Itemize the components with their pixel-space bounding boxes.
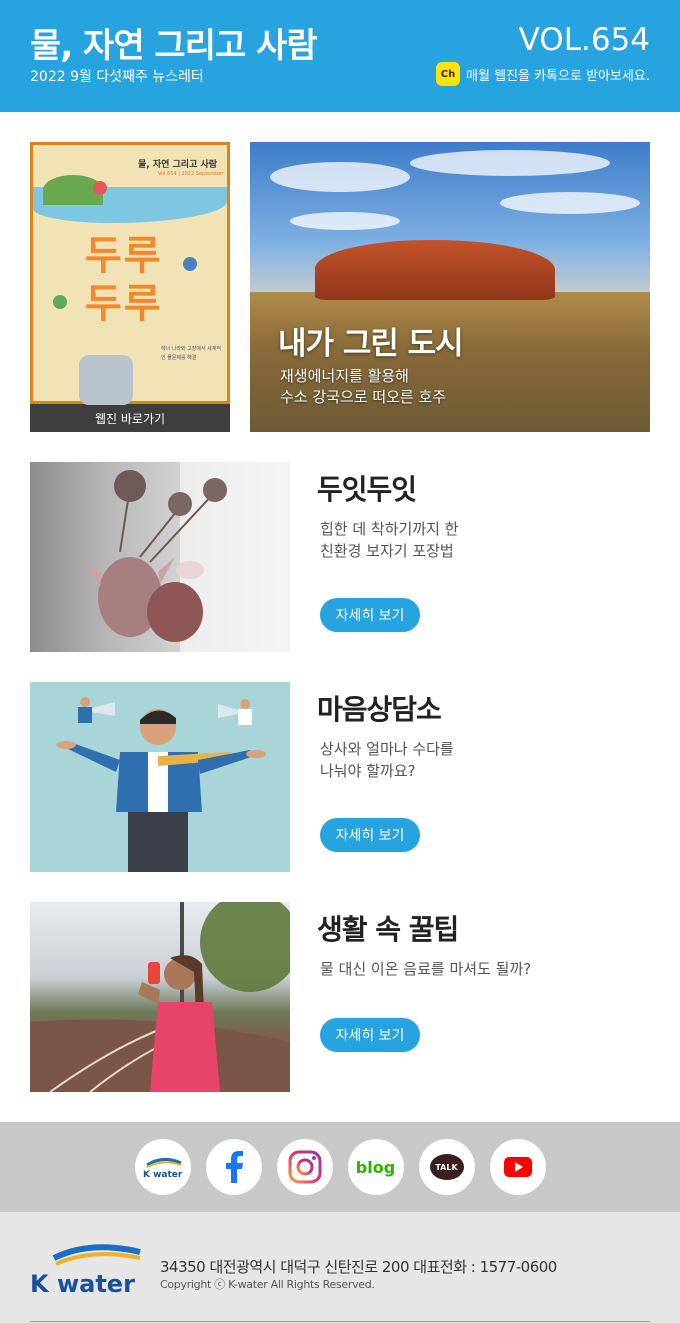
- cloud-shape: [290, 212, 400, 230]
- featured-description: 재생에너지를 활용해 수소 강국으로 떠오른 호주: [280, 366, 446, 408]
- article-title: 두잇두잇: [317, 473, 417, 506]
- article-desc-line-1: 힙한 데 착하기까지 한: [320, 520, 459, 538]
- uluru-rock-shape: [315, 240, 555, 300]
- kakao-subscribe-text: 매월 웹진을 카톡으로 받아보세요.: [466, 68, 650, 84]
- header: 물, 자연 그리고 사람 2022 9월 다섯째주 뉴스레터 VOL.654 C…: [0, 0, 680, 112]
- footer-divider: [30, 1321, 650, 1322]
- cover-pipe-shape: [79, 355, 133, 405]
- manager-illustration: [56, 697, 266, 872]
- featured-desc-line-1: 재생에너지를 활용해: [280, 367, 409, 385]
- article-desc-line-2: 친환경 보자기 포장법: [320, 542, 454, 560]
- article-description: 힙한 데 착하기까지 한 친환경 보자기 포장법: [320, 518, 620, 562]
- cover-person-figure: [53, 295, 67, 309]
- volume-number: VOL.654: [518, 22, 650, 58]
- article-thumbnail[interactable]: [30, 462, 290, 652]
- footer-copyright: Copyright ⓒ K-water All Rights Reserved.: [160, 1278, 375, 1291]
- cover-word-bottom: 두루: [85, 281, 163, 327]
- article-life-tips: 생활 속 꿀팁 물 대신 이온 음료를 마셔도 될까? 자세히 보기: [30, 902, 650, 1092]
- cover-person-figure: [183, 257, 197, 271]
- featured-desc-line-2: 수소 강국으로 떠오른 호주: [280, 388, 447, 406]
- webzine-cover-image: 물, 자연 그리고 사람 Vol.654 | 2022 September 두루…: [30, 142, 230, 405]
- article-doit: 두잇두잇 힙한 데 착하기까지 한 친환경 보자기 포장법 자세히 보기: [30, 462, 650, 652]
- read-more-button[interactable]: 자세히 보기: [320, 1018, 420, 1052]
- facebook-link[interactable]: [205, 1139, 262, 1195]
- article-thumbnail[interactable]: [30, 682, 290, 872]
- kwater-logo-icon: K water: [143, 1158, 183, 1179]
- featured-article-link[interactable]: 내가 그린 도시 재생에너지를 활용해 수소 강국으로 떠오른 호주: [250, 142, 650, 432]
- runner-drinking-photo: [30, 902, 290, 1092]
- newsletter-subtitle: 2022 9월 다섯째주 뉴스레터: [30, 69, 204, 85]
- instagram-icon: [288, 1150, 321, 1184]
- kakaotalk-icon: TALK: [429, 1154, 464, 1180]
- article-title: 생활 속 꿀팁: [317, 913, 459, 946]
- article-desc-line-2: 나눠야 할까요?: [320, 762, 416, 780]
- kwater-icon-label: K water: [143, 1170, 183, 1179]
- cloud-shape: [270, 162, 410, 192]
- cover-body-text: 에너 나라와 고장에서 세계적인 물문제를 해결: [161, 346, 221, 361]
- instagram-link[interactable]: [276, 1139, 333, 1195]
- webzine-cover-link[interactable]: 물, 자연 그리고 사람 Vol.654 | 2022 September 두루…: [30, 142, 230, 432]
- article-desc-line-1: 상사와 얼마나 수다를: [320, 740, 454, 758]
- article-title: 마음상담소: [317, 693, 442, 726]
- footer: K water 34350 대전광역시 대덕구 신탄진로 200 대표전화 : …: [0, 1212, 680, 1323]
- youtube-icon: [503, 1157, 532, 1177]
- cloud-shape: [500, 192, 640, 214]
- article-description: 상사와 얼마나 수다를 나눠야 할까요?: [320, 738, 620, 782]
- read-more-button[interactable]: 자세히 보기: [320, 818, 420, 852]
- cover-person-figure: [93, 181, 107, 195]
- kakaotalk-link[interactable]: TALK: [418, 1139, 475, 1195]
- newsletter-title: 물, 자연 그리고 사람: [30, 26, 318, 66]
- cloud-shape: [410, 150, 610, 176]
- footer-logo-text: K water: [30, 1270, 135, 1298]
- footer-address: 34350 대전광역시 대덕구 신탄진로 200 대표전화 : 1577-060…: [160, 1258, 557, 1276]
- kakao-channel-icon: Ch: [436, 62, 461, 86]
- read-more-button[interactable]: 자세히 보기: [320, 598, 420, 632]
- kwater-home-link[interactable]: K water: [134, 1139, 191, 1195]
- social-links-bar: K water blog TALK: [0, 1122, 680, 1212]
- article-desc-line-1: 물 대신 이온 음료를 마셔도 될까?: [320, 960, 532, 978]
- webzine-link-label: 웹진 바로가기: [94, 411, 166, 426]
- featured-title: 내가 그린 도시: [278, 326, 464, 362]
- article-thumbnail[interactable]: [30, 902, 290, 1092]
- cover-issue-text: Vol.654 | 2022 September: [158, 171, 224, 177]
- cover-title: 물, 자연 그리고 사람: [138, 160, 218, 170]
- kwater-footer-logo: K water: [30, 1244, 141, 1298]
- article-counseling: 마음상담소 상사와 얼마나 수다를 나눠야 할까요? 자세히 보기: [30, 682, 650, 872]
- facebook-icon: [225, 1151, 243, 1183]
- blog-link[interactable]: blog: [347, 1139, 404, 1195]
- blog-icon: blog: [355, 1157, 396, 1177]
- article-description: 물 대신 이온 음료를 마셔도 될까?: [320, 958, 620, 980]
- talk-icon-label: TALK: [435, 1162, 458, 1172]
- vase-flower-illustration: [85, 462, 290, 652]
- kakao-subscribe-link[interactable]: Ch 매월 웹진을 카톡으로 받아보세요.: [436, 62, 650, 86]
- youtube-link[interactable]: [489, 1139, 546, 1195]
